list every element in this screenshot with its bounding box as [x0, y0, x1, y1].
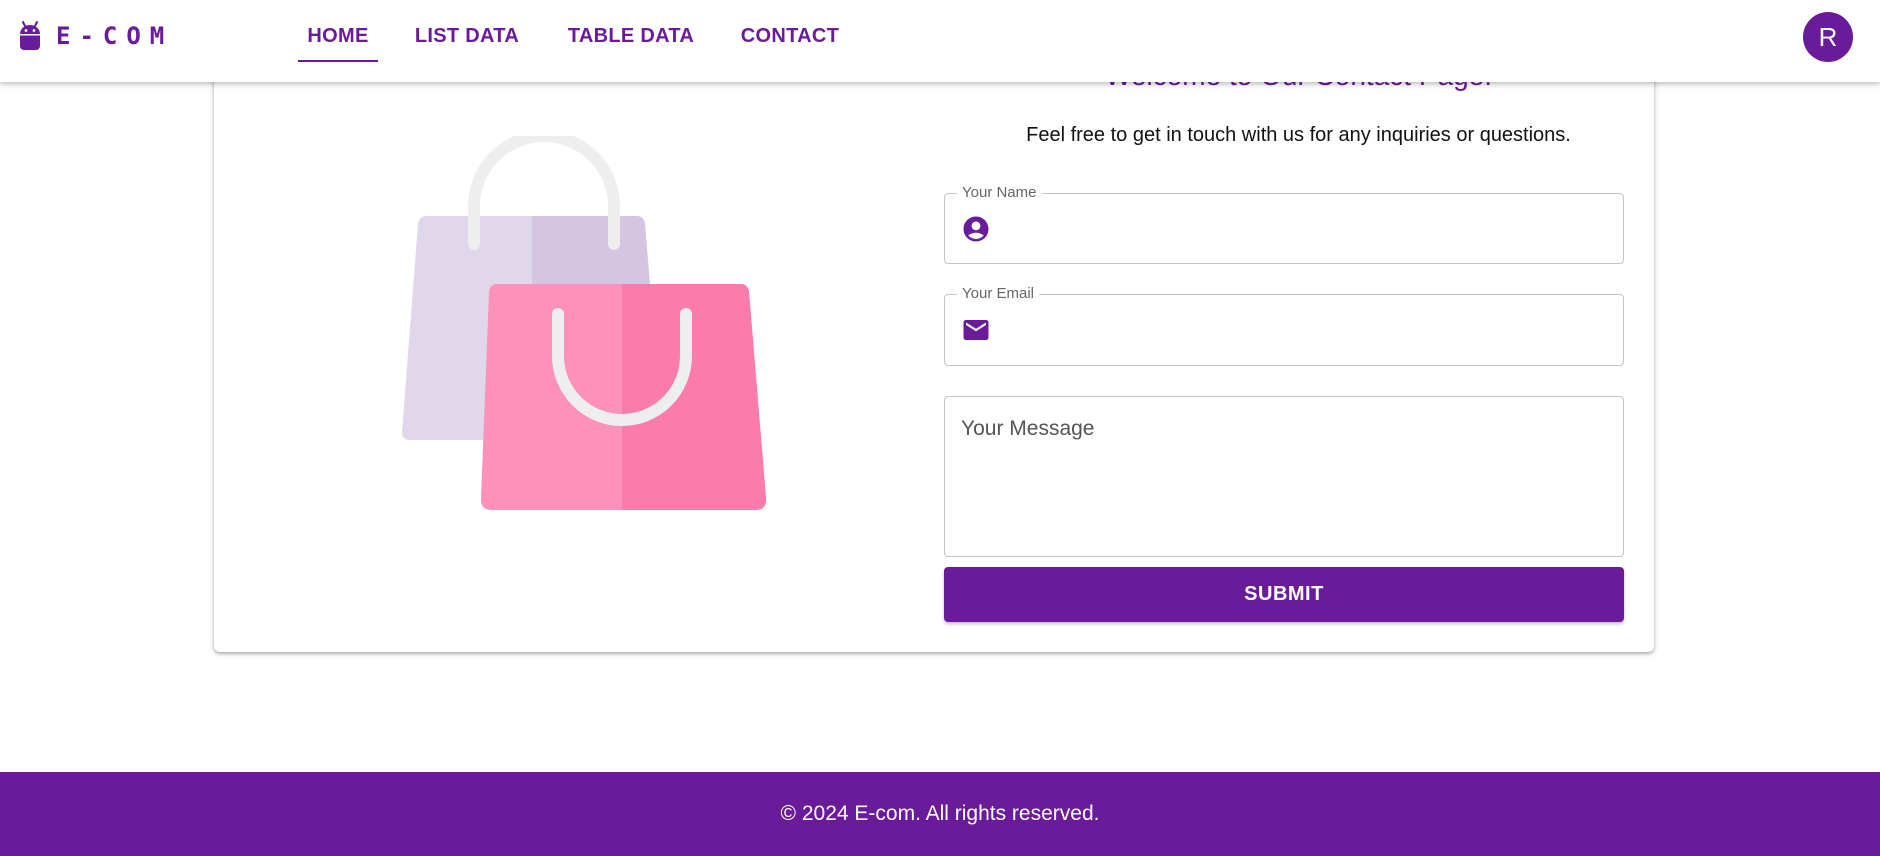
nav-list-data[interactable]: LIST DATA	[412, 20, 522, 62]
app-bar: E-COM HOME LIST DATA TABLE DATA CONTACT …	[0, 0, 1880, 82]
message-placeholder: Your Message	[961, 417, 1095, 440]
footer: © 2024 E-com. All rights reserved.	[0, 772, 1880, 856]
account-circle-icon	[963, 216, 989, 242]
message-field[interactable]: Your Message	[944, 396, 1624, 557]
submit-button[interactable]: SUBMIT	[944, 567, 1624, 622]
email-field[interactable]: Your Email	[944, 285, 1624, 366]
nav-home[interactable]: HOME	[298, 20, 378, 62]
brand-logo[interactable]: E-COM	[18, 20, 173, 52]
contact-subtitle: Feel free to get in touch with us for an…	[1026, 124, 1571, 146]
user-avatar[interactable]: R	[1803, 12, 1853, 62]
name-input[interactable]	[1005, 194, 1605, 263]
contact-card: Welcome to Our Contact Page! Feel free t…	[214, 30, 1654, 652]
nav-contact[interactable]: CONTACT	[740, 20, 840, 62]
email-input[interactable]	[1005, 295, 1605, 365]
name-field[interactable]: Your Name	[944, 184, 1624, 264]
footer-copyright: © 2024 E-com. All rights reserved.	[780, 802, 1100, 825]
shopping-bags-illustration	[402, 136, 767, 510]
brand-name: E-COM	[56, 22, 174, 50]
nav-table-data[interactable]: TABLE DATA	[566, 20, 696, 62]
mail-icon	[963, 320, 989, 340]
android-icon	[20, 21, 40, 50]
